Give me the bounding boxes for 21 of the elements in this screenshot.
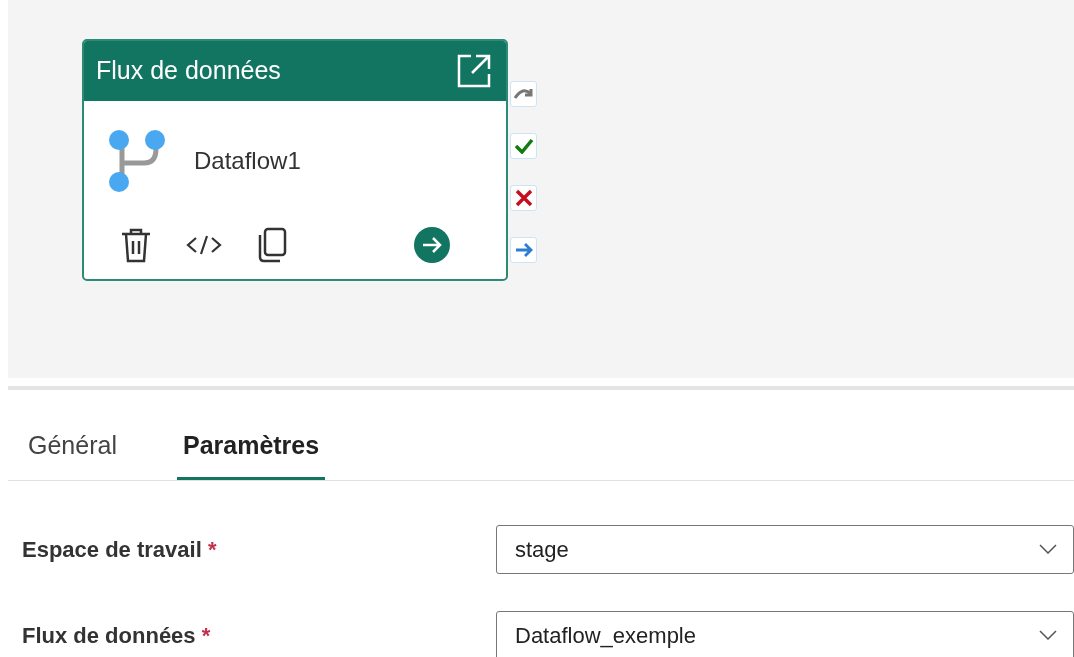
skip-output-icon[interactable] xyxy=(510,81,537,107)
chevron-down-icon xyxy=(1039,544,1057,554)
required-mark: * xyxy=(207,536,217,562)
trash-icon[interactable] xyxy=(120,227,152,263)
code-icon[interactable] xyxy=(186,234,222,256)
tab[interactable]: Paramètres xyxy=(176,426,326,480)
tab[interactable]: Général xyxy=(22,426,123,480)
required-mark: * xyxy=(201,622,211,648)
field-label: Espace de travail xyxy=(22,536,202,562)
copy-icon[interactable] xyxy=(256,227,288,263)
branch-icon xyxy=(108,129,166,193)
open-external-icon[interactable] xyxy=(456,53,492,89)
activity-title: Flux de données xyxy=(96,55,281,87)
activity-card[interactable]: Flux de données Dataflow1 xyxy=(82,39,508,281)
dropdown-field[interactable]: Dataflow_exemple xyxy=(496,610,1074,657)
field-label: Flux de données xyxy=(22,622,196,648)
chevron-down-icon xyxy=(1039,630,1057,640)
failure-x-icon[interactable] xyxy=(510,185,537,211)
dropdown-field[interactable]: stage xyxy=(496,524,1074,574)
success-check-icon[interactable] xyxy=(510,133,537,159)
activity-name: Dataflow1 xyxy=(194,146,301,176)
